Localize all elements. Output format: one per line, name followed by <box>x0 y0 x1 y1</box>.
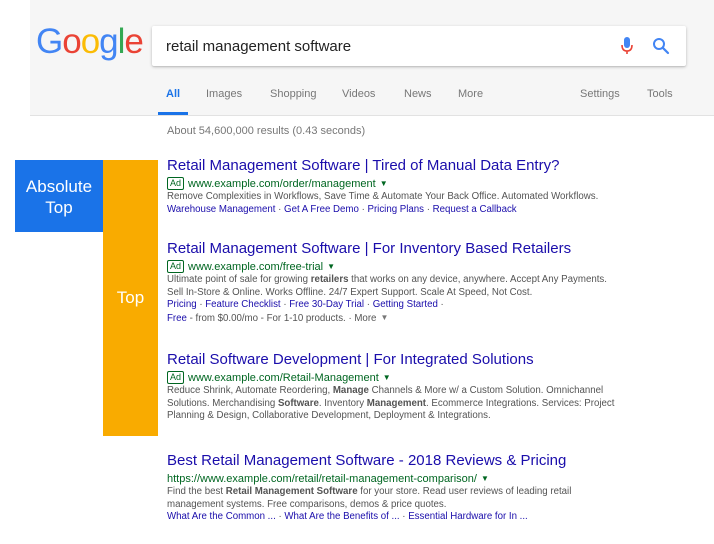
tab-news[interactable]: News <box>404 88 432 100</box>
sitelink[interactable]: Pricing Plans <box>367 204 424 215</box>
result-description: Find the best Retail Management Software… <box>167 486 702 499</box>
sitelinks: What Are the Common ... · What Are the B… <box>167 511 528 522</box>
logo-letter: e <box>124 22 143 61</box>
tab-images[interactable]: Images <box>206 88 242 100</box>
logo-letter: o <box>62 22 81 61</box>
logo-letter: G <box>36 22 63 61</box>
sitelinks: Warehouse Management · Get A Free Demo ·… <box>167 203 517 215</box>
google-logo[interactable]: Google <box>36 22 144 61</box>
result-description: Reduce Shrink, Automate Reordering, Mana… <box>167 385 702 398</box>
result-description: Ultimate point of sale for growing retai… <box>167 274 702 287</box>
absolute-top-label: Absolute Top <box>15 160 103 232</box>
desc-text: Find the best <box>167 486 226 497</box>
desc-bold: retailers <box>310 274 349 285</box>
result-url: https://www.example.com/retail/retail-ma… <box>167 472 702 486</box>
sitelink[interactable]: Get A Free Demo <box>284 204 359 215</box>
desc-text: Channels & More w/ a Custom Solution. Om… <box>368 385 604 396</box>
result-title-link[interactable]: Retail Software Development | For Integr… <box>167 351 702 369</box>
result-description: Remove Complexities in Workflows, Save T… <box>167 191 599 202</box>
result-description: Solutions. Merchandising Software. Inven… <box>167 398 702 411</box>
microphone-icon[interactable] <box>620 36 634 56</box>
result-title-link[interactable]: Retail Management Software | For Invento… <box>167 240 702 258</box>
search-icon[interactable] <box>652 37 670 55</box>
tab-more[interactable]: More <box>458 88 483 100</box>
result-title-link[interactable]: Best Retail Management Software - 2018 R… <box>167 452 702 470</box>
tab-shopping[interactable]: Shopping <box>270 88 317 100</box>
logo-letter: o <box>80 22 100 61</box>
caret-down-icon[interactable]: ▼ <box>481 474 489 483</box>
sitelink[interactable]: Essential Hardware for In ... <box>408 511 528 522</box>
result-description: Sell In-Store & Online. Works Offline. 2… <box>167 286 533 298</box>
header: Google All Images Shopping Videos News M… <box>0 0 714 116</box>
result-url: Ad www.example.com/Retail-Management ▼ <box>167 371 702 385</box>
desc-text: for your store. Read user reviews of lea… <box>357 486 572 497</box>
tab-videos[interactable]: Videos <box>342 88 375 100</box>
logo-letter: g <box>99 22 118 61</box>
ad-badge: Ad <box>167 260 185 273</box>
result-title-link[interactable]: Retail Management Software | Tired of Ma… <box>167 157 702 175</box>
sitelinks: Pricing · Feature Checklist · Free 30-Da… <box>167 299 444 310</box>
sitelink[interactable]: What Are the Common ... <box>167 511 276 522</box>
price-extension: Free - from $0.00/mo - For 1-10 products… <box>167 312 702 326</box>
caret-down-icon[interactable]: ▼ <box>380 179 388 188</box>
ad-badge: Ad <box>167 177 185 190</box>
desc-bold: Retail Management Software <box>225 486 358 497</box>
sitelink[interactable]: What Are the Benefits of ... <box>284 511 399 522</box>
result-url-text: www.example.com/free-trial <box>188 261 324 273</box>
tab-settings[interactable]: Settings <box>580 88 620 100</box>
sitelink[interactable]: Request a Callback <box>433 204 517 215</box>
desc-text: Reduce Shrink, Automate Reordering, <box>167 385 333 396</box>
desc-bold: Management <box>366 397 427 409</box>
result-url: Ad www.example.com/order/management ▼ <box>167 177 702 191</box>
result-url: Ad www.example.com/free-trial ▼ <box>167 260 702 274</box>
search-result-ad: Retail Management Software | Tired of Ma… <box>167 157 702 216</box>
result-stats: About 54,600,000 results (0.43 seconds) <box>167 125 366 137</box>
price-link[interactable]: Free <box>167 313 187 324</box>
desc-text: . Ecommerce Integrations. Services: Proj… <box>426 397 615 409</box>
caret-down-icon[interactable]: ▼ <box>380 313 388 322</box>
sitelink[interactable]: Warehouse Management <box>167 204 275 215</box>
absolute-top-label-line: Absolute <box>25 177 93 196</box>
sitelink[interactable]: Free 30-Day Trial <box>289 299 364 310</box>
search-result-ad: Retail Management Software | For Invento… <box>167 240 702 325</box>
desc-bold: Software <box>277 397 319 409</box>
price-text: - from $0.00/mo - For 1-10 products. · M… <box>186 312 377 324</box>
tab-all[interactable]: All <box>166 88 180 100</box>
search-result-organic: Best Retail Management Software - 2018 R… <box>167 452 702 524</box>
result-url-text: https://www.example.com/retail/retail-ma… <box>167 473 477 485</box>
sitelink[interactable]: Getting Started <box>373 299 438 310</box>
search-tabs: All Images Shopping Videos News More Set… <box>0 86 714 116</box>
caret-down-icon[interactable]: ▼ <box>327 262 335 271</box>
active-tab-indicator <box>158 112 188 115</box>
search-box <box>152 26 686 66</box>
top-label: Top <box>103 160 158 436</box>
caret-down-icon[interactable]: ▼ <box>383 373 391 382</box>
desc-text: Ultimate point of sale for growing <box>167 274 311 285</box>
absolute-top-label-line: Top <box>45 198 73 217</box>
ad-badge: Ad <box>167 371 185 384</box>
search-input[interactable] <box>166 36 586 56</box>
result-description: Planning & Design, Collaborative Develop… <box>167 410 491 421</box>
logo-letter: l <box>117 22 126 61</box>
result-url-text: www.example.com/Retail-Management <box>188 372 379 384</box>
desc-text: that works on any device, anywhere. Acce… <box>348 274 607 285</box>
sitelink[interactable]: Pricing <box>167 299 197 310</box>
result-description: management systems. Free comparisons, de… <box>167 498 447 510</box>
search-result-ad: Retail Software Development | For Integr… <box>167 351 702 423</box>
sitelink[interactable]: Feature Checklist <box>205 299 280 310</box>
tab-tools[interactable]: Tools <box>647 88 673 100</box>
result-url-text: www.example.com/order/management <box>188 178 376 190</box>
desc-text: . Inventory <box>318 397 367 409</box>
desc-bold: Manage <box>332 385 369 396</box>
desc-text: Solutions. Merchandising <box>167 397 278 409</box>
